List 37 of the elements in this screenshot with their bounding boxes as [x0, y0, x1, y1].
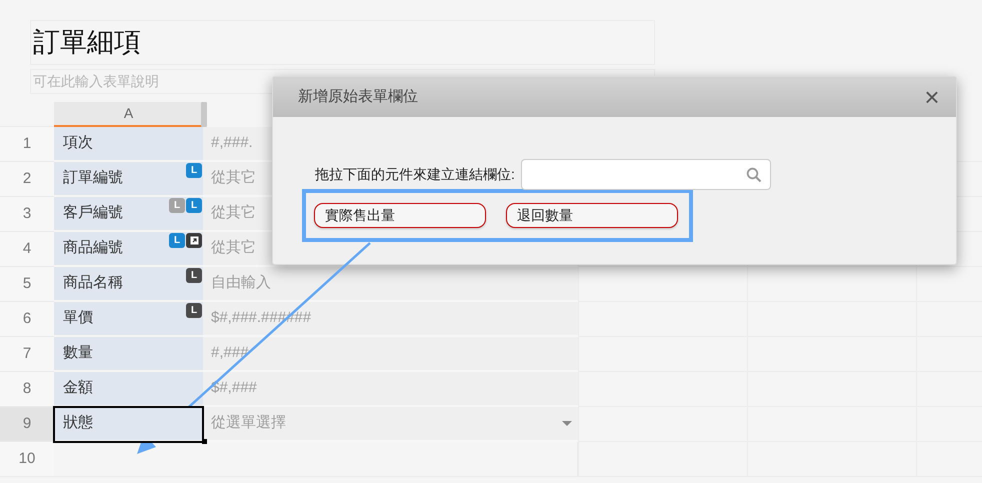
empty-cell: [916, 267, 982, 302]
form-title[interactable]: 訂單細項: [33, 29, 141, 56]
row-number: 6: [22, 308, 32, 329]
row-number: 5: [22, 274, 32, 294]
link-badge: L: [186, 303, 202, 318]
column-header[interactable]: A: [124, 103, 134, 124]
search-label: 拖拉下面的元件來建立連結欄位:: [315, 165, 515, 184]
row-number: 8: [22, 378, 32, 399]
link-badge: L: [186, 163, 202, 178]
field-chip[interactable]: 退回數量: [506, 203, 678, 228]
dialog-title: 新增原始表單欄位: [298, 86, 418, 107]
field-cell[interactable]: 訂單編號 L: [54, 162, 203, 197]
link-badge: L: [169, 233, 185, 248]
row-number: 4: [22, 238, 32, 259]
row-number: 7: [22, 344, 32, 364]
field-cell[interactable]: 項次: [54, 127, 203, 162]
field-cell[interactable]: 商品編號 L: [54, 232, 203, 267]
field-cell[interactable]: 金額: [54, 372, 203, 407]
row-number: 2: [22, 168, 32, 189]
resize-handle[interactable]: [201, 102, 207, 127]
row-number: 1: [22, 134, 32, 154]
search-icon: [746, 166, 762, 182]
row-number: 10: [18, 448, 36, 469]
field-cell[interactable]: 商品名稱 L: [54, 267, 203, 302]
row-number: 3: [22, 204, 32, 224]
dropdown-caret-icon[interactable]: [562, 420, 572, 426]
field-chip[interactable]: 實際售出量: [314, 203, 486, 228]
close-button[interactable]: ×: [920, 83, 944, 111]
field-cell[interactable]: 客戶編號 L L: [54, 197, 203, 232]
link-badge: L: [186, 198, 202, 213]
link-badge: L: [186, 268, 202, 283]
search-field[interactable]: [520, 159, 771, 190]
field-cell[interactable]: 數量: [54, 337, 203, 372]
row-number: 9: [22, 414, 32, 434]
link-badge: L: [169, 198, 185, 213]
fill-handle[interactable]: [202, 439, 207, 444]
field-cell[interactable]: 單價 L: [54, 302, 203, 337]
